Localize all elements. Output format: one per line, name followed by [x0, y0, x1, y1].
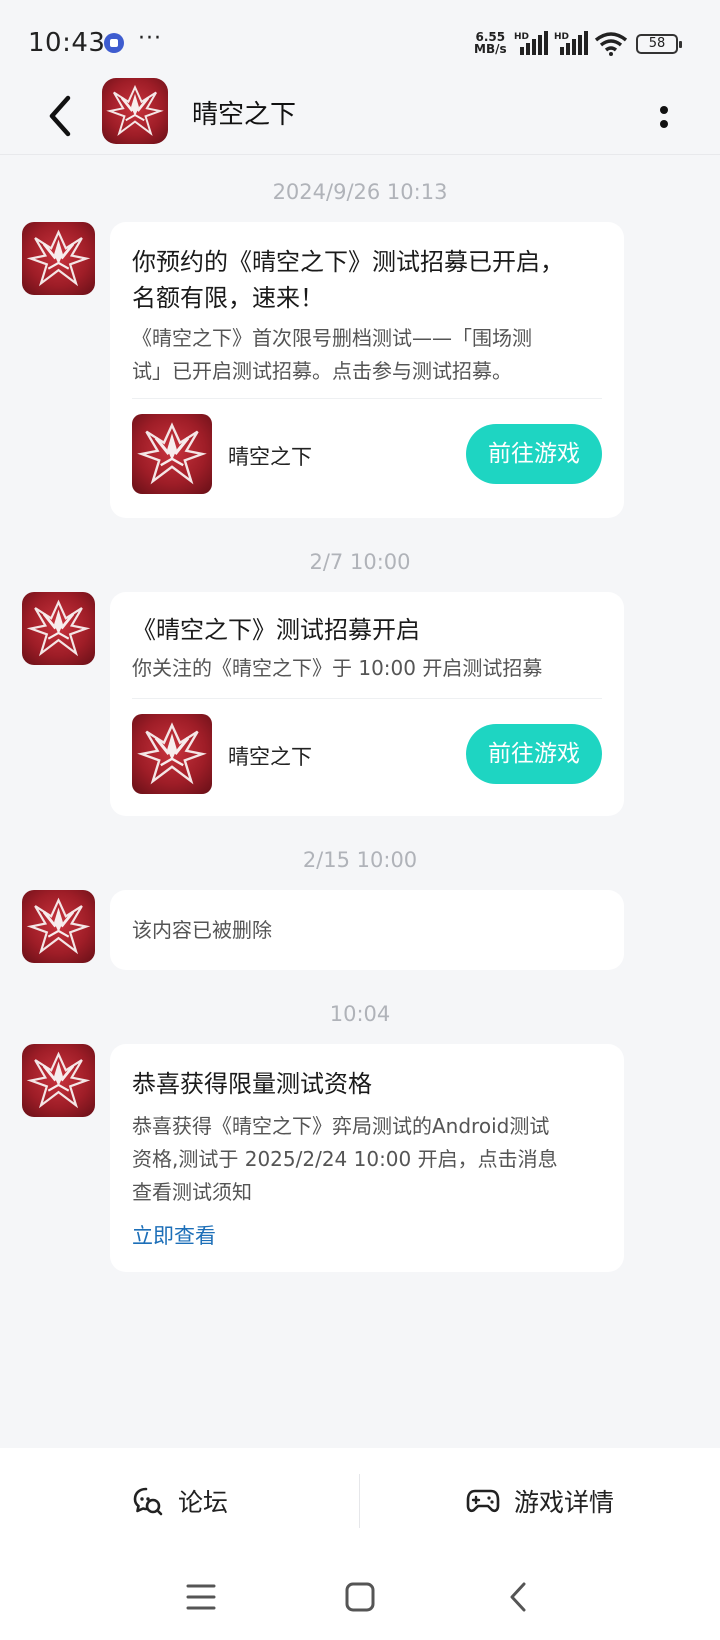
message-card[interactable]: 《晴空之下》测试招募开启 你关注的《晴空之下》于 10:00 开启测试招募 晴空…: [110, 592, 624, 816]
message-timestamp: 2/15 10:00: [302, 848, 418, 872]
sender-avatar[interactable]: [22, 592, 95, 665]
chat-header: 晴空之下: [0, 78, 720, 155]
sender-avatar[interactable]: [22, 890, 95, 963]
more-vertical-icon[interactable]: [648, 90, 684, 142]
header-app-avatar[interactable]: [102, 78, 168, 144]
message-title: 《晴空之下》测试招募开启: [132, 616, 420, 644]
page-title: 晴空之下: [192, 100, 297, 130]
app-logo-icon: [132, 714, 212, 794]
sender-avatar[interactable]: [22, 1044, 95, 1117]
app-logo-icon: [132, 414, 212, 494]
message-timestamp: 2024/9/26 10:13: [272, 180, 448, 204]
svg-text:HD: HD: [554, 32, 569, 42]
game-icon[interactable]: [132, 414, 212, 494]
forum-label: 论坛: [177, 1488, 228, 1517]
status-bar: 10:43 ··· 6.55 MB/s HD HD 58: [0, 0, 720, 80]
app-logo-icon: [102, 78, 168, 144]
divider: [132, 398, 602, 399]
game-details-button[interactable]: 游戏详情: [360, 1448, 720, 1554]
game-name: 晴空之下: [228, 745, 312, 769]
app-logo-icon: [22, 890, 95, 963]
app-logo-icon: [22, 222, 95, 295]
message-card[interactable]: 你预约的《晴空之下》测试招募已开启， 名额有限，速来！ 《晴空之下》首次限号删档…: [110, 222, 624, 518]
battery-icon: 58: [636, 34, 682, 54]
app-logo-icon: [22, 592, 95, 665]
game-details-label: 游戏详情: [513, 1488, 614, 1517]
message-title-line: 你预约的《晴空之下》测试招募已开启，: [132, 248, 564, 276]
back-arrow-icon[interactable]: [36, 88, 92, 144]
bottom-action-bar: 论坛 游戏详情: [0, 1448, 720, 1554]
sender-avatar[interactable]: [22, 222, 95, 295]
message-card[interactable]: 恭喜获得限量测试资格 恭喜获得《晴空之下》弈局测试的Android测试 资格,测…: [110, 1044, 624, 1272]
message-desc-line: 试」已开启测试招募。点击参与测试招募。: [132, 359, 512, 383]
gamepad-icon: [466, 1489, 500, 1513]
message-timestamp: 10:04: [329, 1002, 391, 1026]
go-to-game-button[interactable]: 前往游戏: [466, 724, 602, 784]
menu-icon[interactable]: [176, 1572, 226, 1622]
message-desc-line: 资格,测试于 2025/2/24 10:00 开启，点击消息: [132, 1147, 558, 1171]
message-desc-line: 查看测试须知: [132, 1180, 252, 1204]
deleted-message-card: 该内容已被删除: [110, 890, 624, 970]
wifi-icon: [594, 32, 628, 56]
message-desc-line: 《晴空之下》首次限号删档测试——「围场测: [132, 326, 532, 350]
game-icon[interactable]: [132, 714, 212, 794]
system-navigation-bar: [0, 1554, 720, 1640]
message-title: 恭喜获得限量测试资格: [132, 1070, 372, 1098]
svg-text:HD: HD: [514, 32, 529, 42]
signal-icon-2: HD: [554, 31, 588, 55]
network-speed: 6.55 MB/s: [474, 30, 507, 56]
home-square-icon[interactable]: [335, 1572, 385, 1622]
view-now-link[interactable]: 立即查看: [132, 1220, 216, 1250]
go-to-game-button[interactable]: 前往游戏: [466, 424, 602, 484]
message-desc-line: 恭喜获得《晴空之下》弈局测试的Android测试: [132, 1114, 550, 1138]
back-chevron-icon[interactable]: [494, 1572, 544, 1622]
more-notifications-icon: ···: [138, 26, 162, 51]
game-name: 晴空之下: [228, 445, 312, 469]
app-logo-icon: [22, 1044, 95, 1117]
forum-button[interactable]: 论坛: [0, 1448, 360, 1554]
deleted-message-text: 该内容已被删除: [132, 918, 272, 942]
message-title-line: 名额有限，速来！: [132, 284, 324, 312]
message-timestamp: 2/7 10:00: [309, 550, 411, 574]
message-desc: 你关注的《晴空之下》于 10:00 开启测试招募: [132, 656, 543, 680]
divider: [132, 698, 602, 699]
forum-chat-icon: [133, 1487, 163, 1516]
signal-icon: HD: [514, 31, 548, 55]
notification-app-icon: [104, 33, 124, 53]
status-time: 10:43: [28, 28, 106, 58]
